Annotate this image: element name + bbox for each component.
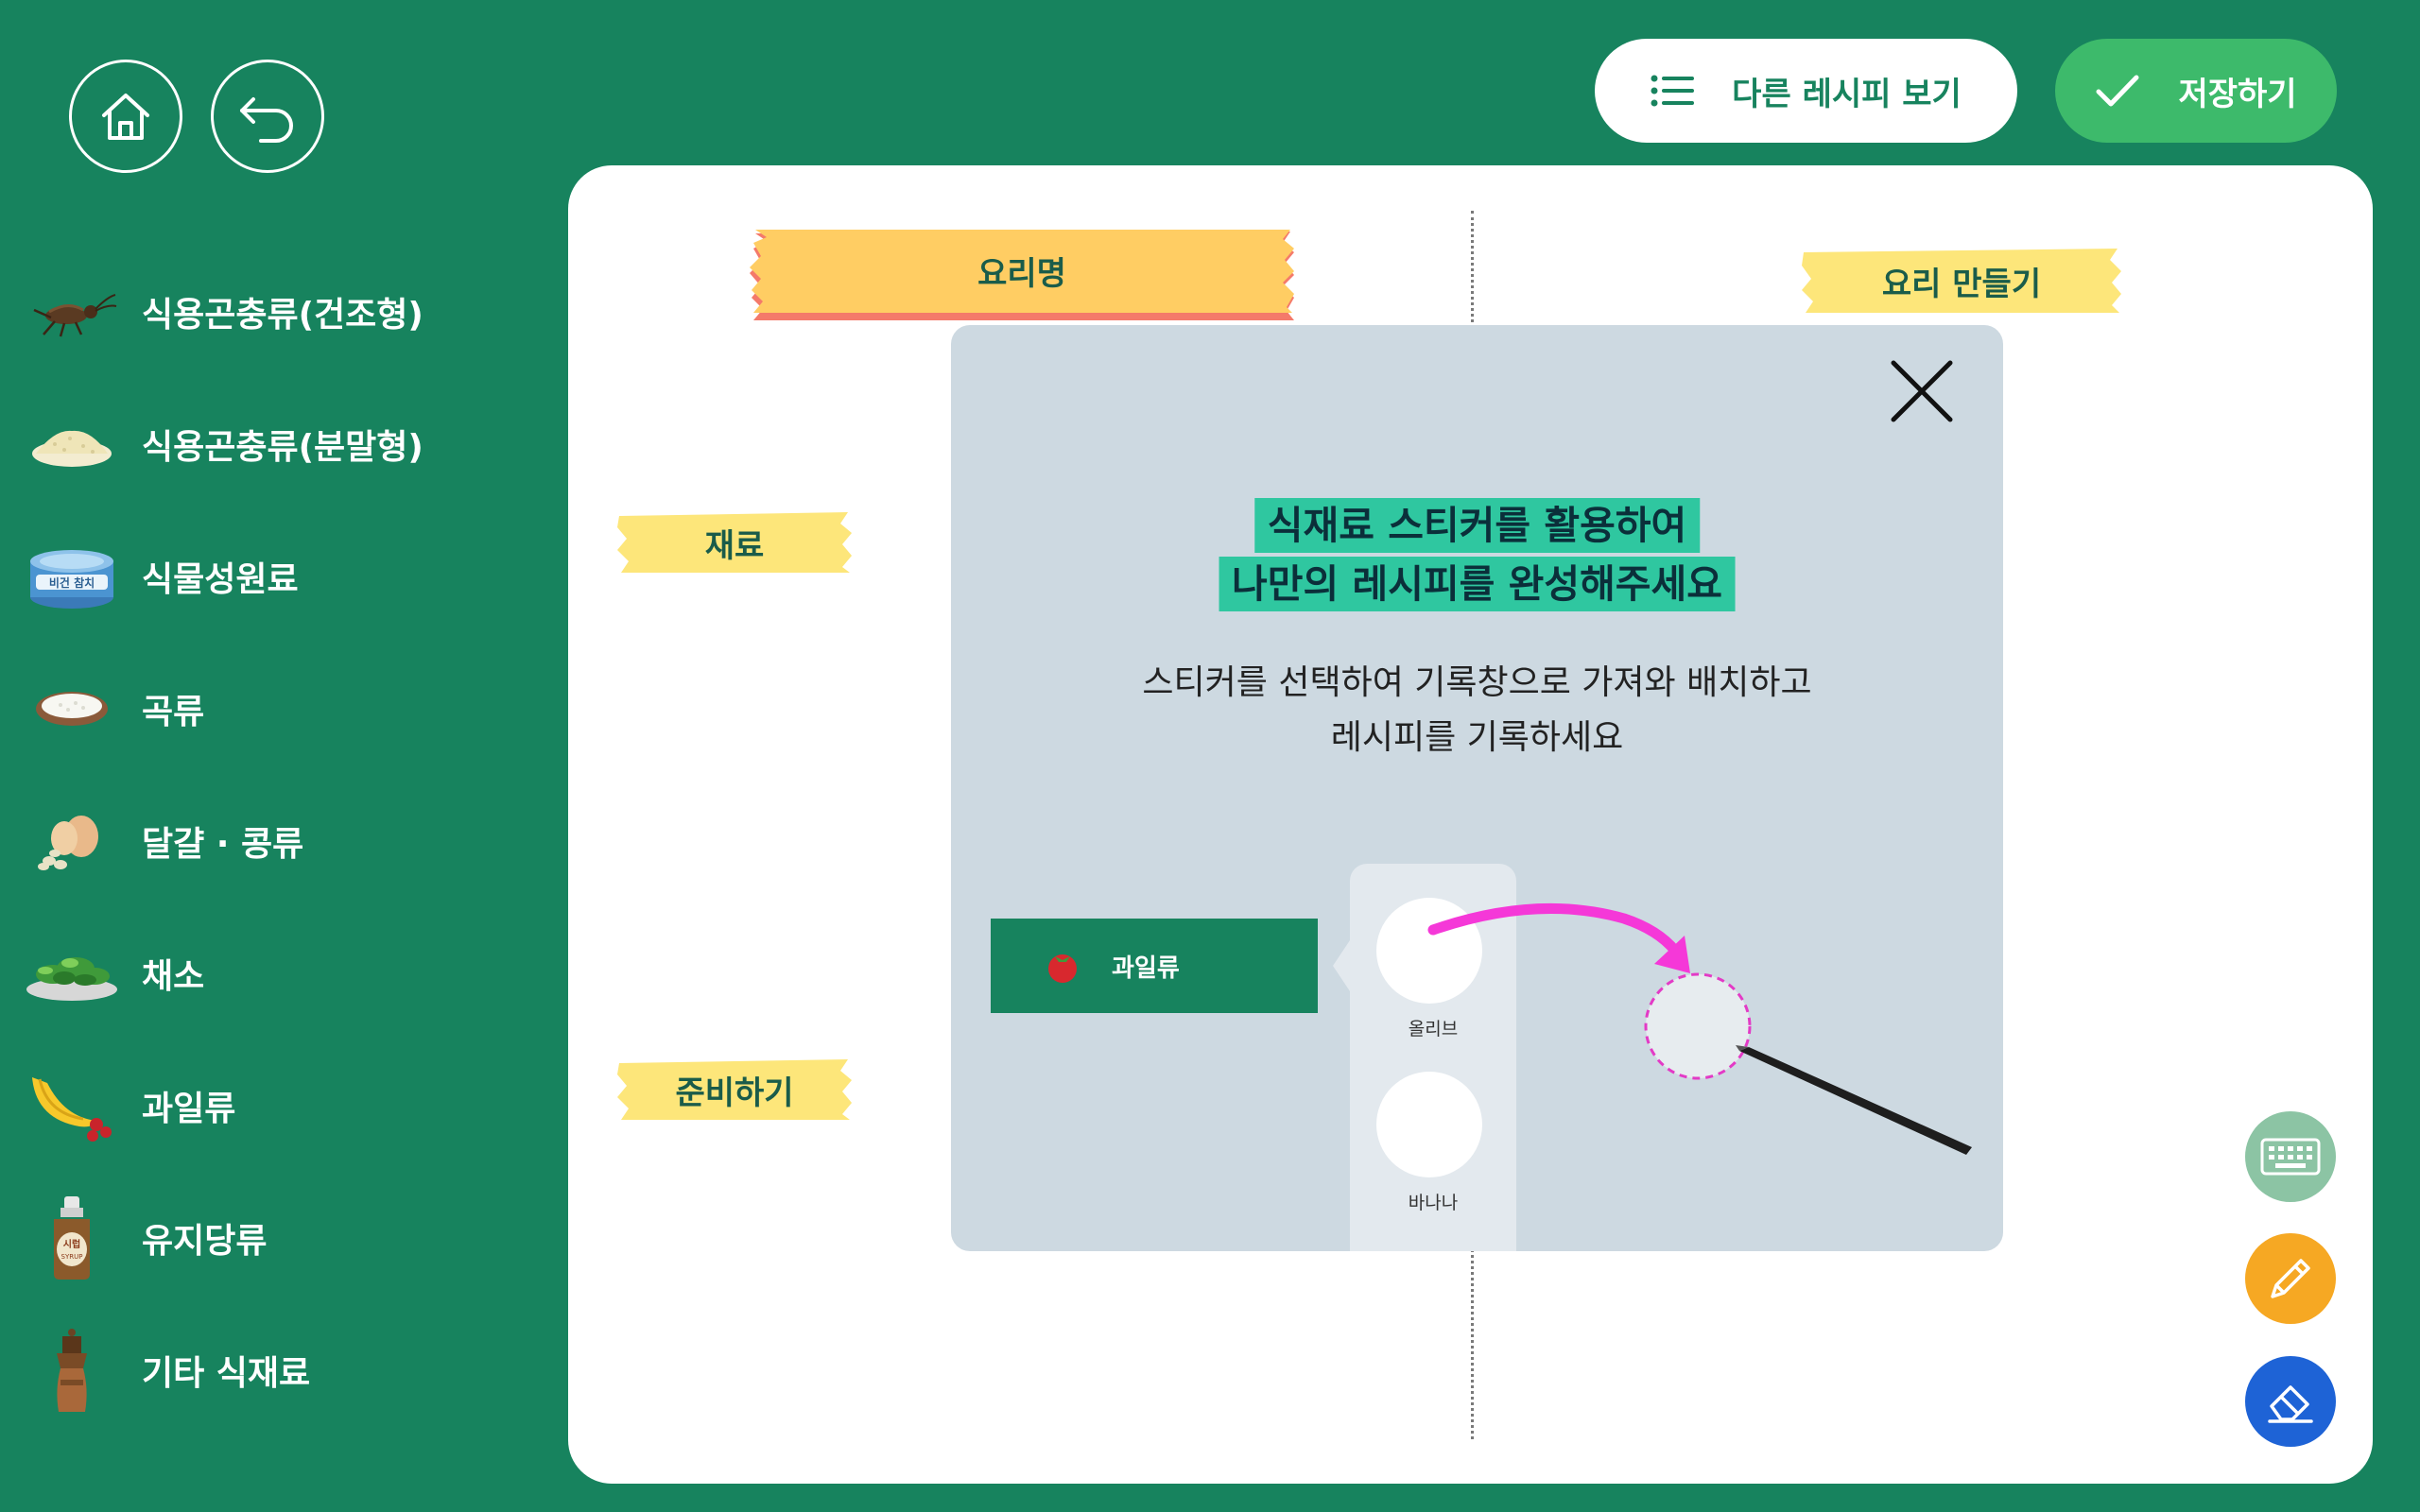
sidebar-item-insect-dried[interactable]: 식용곤충류(건조형) — [25, 260, 497, 364]
sidebar-item-insect-powder[interactable]: 식용곤충류(분말형) — [25, 392, 497, 496]
back-button[interactable] — [211, 60, 324, 173]
eggs-beans-icon — [25, 799, 119, 884]
keyboard-icon — [2260, 1138, 2321, 1176]
sidebar-item-label: 과일류 — [142, 1090, 236, 1128]
guide-modal: 식재료 스티커를 활용하여 나만의 레시피를 완성해주세요 스티커를 선택하여 … — [951, 325, 2003, 1251]
eraser-tool-button[interactable] — [2245, 1356, 2336, 1447]
back-arrow-icon — [240, 97, 293, 143]
close-icon[interactable] — [1884, 353, 1960, 429]
save-label: 저장하기 — [2178, 75, 2297, 113]
check-icon — [2096, 75, 2139, 107]
modal-title-line2: 나만의 레시피를 완성해주세요 — [1219, 557, 1736, 611]
sidebar-item-other[interactable]: 기타 식재료 — [25, 1318, 497, 1422]
sidebar-item-label: 식용곤충류(분말형) — [142, 428, 424, 467]
sidebar-item-oils-sugars[interactable]: 시럽 SYRUP 유지당류 — [25, 1186, 497, 1290]
sidebar-item-grains[interactable]: 곡류 — [25, 657, 497, 761]
sidebar-item-label: 기타 식재료 — [142, 1354, 311, 1393]
demo-sticker-label: 바나나 — [1408, 1193, 1459, 1213]
ingredients-label[interactable]: 재료 — [615, 510, 854, 575]
svg-text:비건 참치: 비건 참치 — [49, 576, 95, 590]
pencil-tool-button[interactable] — [2245, 1233, 2336, 1324]
banana-icon — [25, 1063, 119, 1148]
tomato-icon — [1048, 954, 1077, 983]
sidebar-item-plant-based[interactable]: 비건 참치 식물성원료 — [25, 524, 497, 628]
dish-name-label[interactable]: 요리명 — [748, 230, 1296, 324]
syrup-bottle-icon: 시럽 SYRUP — [25, 1195, 119, 1280]
demo-category-bar: 과일류 — [991, 919, 1318, 1013]
sidebar-item-label: 곡류 — [142, 693, 205, 731]
sidebar-item-vegetables[interactable]: 채소 — [25, 921, 497, 1025]
pencil-icon — [2271, 1259, 2310, 1298]
keyboard-tool-button[interactable] — [2245, 1111, 2336, 1202]
list-icon — [1651, 75, 1695, 107]
modal-desc-line2: 레시피를 기록하세요 — [1330, 718, 1624, 757]
cooking-label[interactable]: 요리 만들기 — [1800, 247, 2123, 315]
other-recipes-label: 다른 레시피 보기 — [1732, 75, 1962, 113]
pepper-grinder-icon — [25, 1328, 119, 1413]
sidebar-item-label: 달걀 · 콩류 — [142, 825, 304, 864]
sidebar-item-label: 식용곤충류(건조형) — [142, 296, 424, 335]
sidebar-item-fruits[interactable]: 과일류 — [25, 1054, 497, 1158]
svg-text:시럽: 시럽 — [63, 1238, 80, 1250]
cricket-icon — [25, 269, 119, 354]
svg-text:SYRUP: SYRUP — [61, 1253, 83, 1261]
other-recipes-button[interactable]: 다른 레시피 보기 — [1595, 39, 2017, 143]
salad-icon — [25, 931, 119, 1016]
demo-sticker-banana — [1376, 1072, 1482, 1177]
home-icon — [102, 94, 149, 140]
modal-desc-line1: 스티커를 선택하여 기록창으로 가져와 배치하고 — [1142, 663, 1812, 702]
powder-icon — [25, 402, 119, 487]
eraser-icon — [2268, 1385, 2313, 1423]
prepare-label[interactable]: 준비하기 — [615, 1057, 854, 1122]
stylus-pen-icon — [1736, 1045, 1972, 1155]
vegan-tuna-can-icon: 비건 참치 — [25, 534, 119, 619]
sidebar-item-label: 채소 — [142, 957, 205, 996]
rice-bowl-icon — [25, 666, 119, 751]
sidebar-item-eggs-beans[interactable]: 달걀 · 콩류 — [25, 789, 497, 893]
home-button[interactable] — [69, 60, 182, 173]
modal-title-line1: 식재료 스티커를 활용하여 — [1253, 498, 1701, 553]
sidebar-item-label: 식물성원료 — [142, 560, 299, 599]
save-button[interactable]: 저장하기 — [2055, 39, 2337, 143]
sidebar-item-label: 유지당류 — [142, 1222, 268, 1261]
